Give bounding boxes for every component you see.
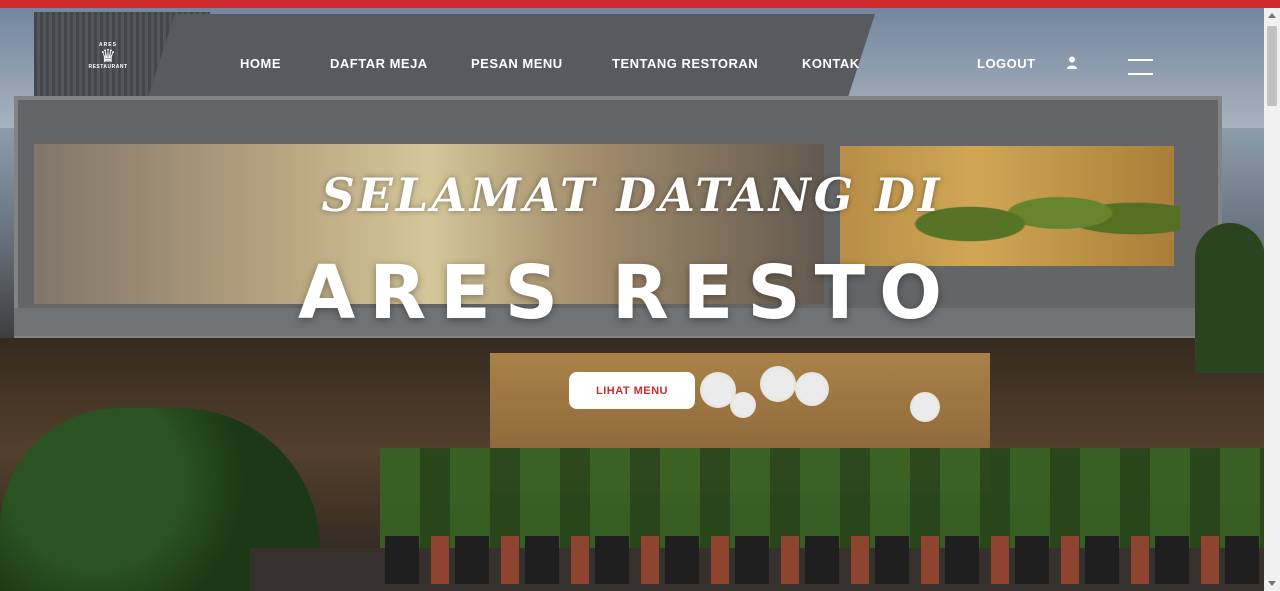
nav-home[interactable]: HOME xyxy=(240,56,281,71)
hero-welcome-text: SELAMAT DATANG DI xyxy=(321,168,943,222)
chef-hat-icon: ♛ xyxy=(99,46,117,66)
user-icon[interactable] xyxy=(1066,56,1078,70)
lihat-menu-button[interactable]: LIHAT MENU xyxy=(569,372,695,409)
scroll-up-arrow-icon[interactable] xyxy=(1268,13,1276,18)
hamburger-menu-icon[interactable] xyxy=(1128,59,1153,75)
nav-kontak[interactable]: KONTAK xyxy=(802,56,860,71)
restaurant-logo[interactable]: ARES ♛ RESTAURANT xyxy=(88,42,128,82)
vertical-scrollbar[interactable] xyxy=(1264,8,1280,591)
nav-pesan-menu[interactable]: PESAN MENU xyxy=(471,56,563,71)
nav-logout[interactable]: LOGOUT xyxy=(977,56,1036,71)
top-accent-bar xyxy=(0,0,1280,8)
hero-brand-title: ARES RESTO xyxy=(297,250,957,336)
logo-text-bottom: RESTAURANT xyxy=(88,64,128,70)
scrollbar-thumb[interactable] xyxy=(1267,26,1277,106)
nav-daftar-meja[interactable]: DAFTAR MEJA xyxy=(330,56,428,71)
nav-tentang-restoran[interactable]: TENTANG RESTORAN xyxy=(612,56,758,71)
scroll-down-arrow-icon[interactable] xyxy=(1268,581,1276,586)
